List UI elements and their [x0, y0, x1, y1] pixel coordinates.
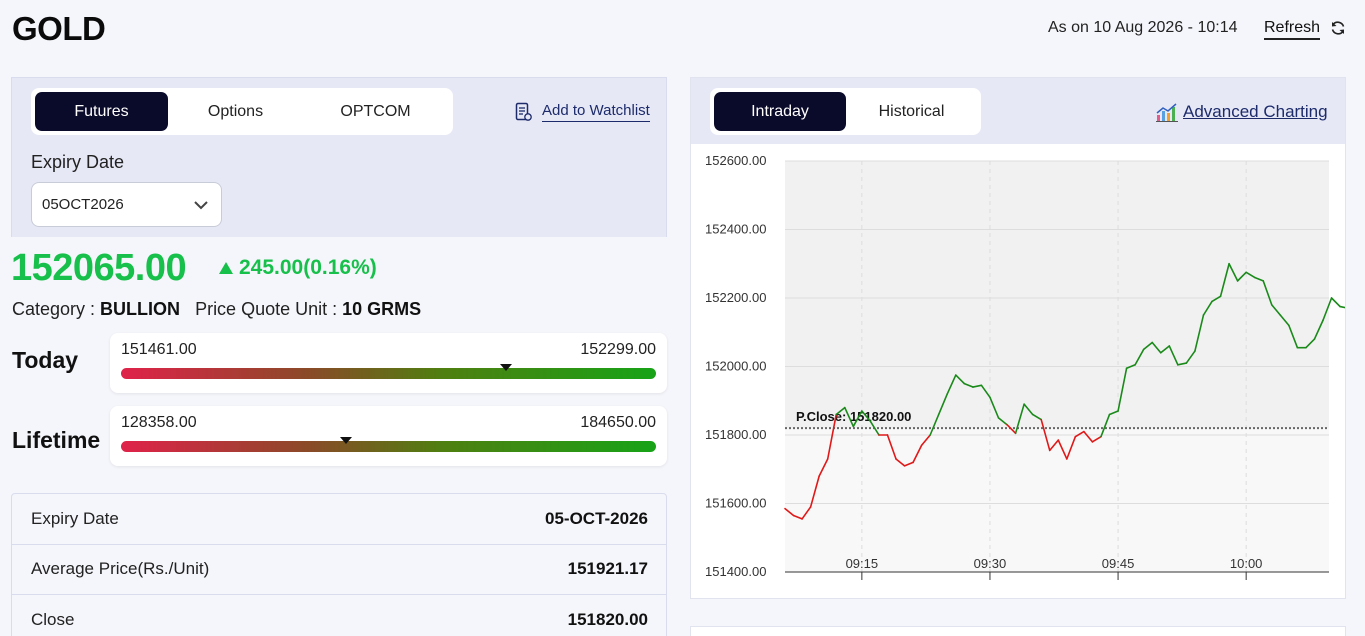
contract-info-table: Expiry Date 05-OCT-2026 Average Price(Rs… — [11, 493, 667, 636]
info-row: Close 151820.00 — [12, 595, 666, 636]
advanced-charting-link[interactable]: Advanced Charting — [1155, 101, 1328, 123]
today-high: 152299.00 — [580, 341, 656, 358]
lifetime-low: 128358.00 — [121, 414, 197, 431]
info-row: Average Price(Rs./Unit) 151921.17 — [12, 545, 666, 595]
category-label: Category : — [12, 299, 101, 319]
as-on-timestamp: As on 10 Aug 2026 - 10:14 — [1048, 19, 1238, 36]
chart-icon — [1156, 103, 1178, 122]
x-tick-label: 10:00 — [1230, 556, 1263, 571]
info-key: Expiry Date — [31, 508, 119, 528]
today-range-marker — [500, 364, 513, 371]
today-range-bar — [121, 368, 656, 379]
lifetime-range: 128358.00 184650.00 — [110, 406, 667, 466]
info-row: Expiry Date 05-OCT-2026 — [12, 494, 666, 545]
price-line-segment — [1339, 305, 1345, 309]
chart-tabs: Intraday Historical — [710, 88, 981, 135]
lifetime-range-marker — [339, 437, 352, 444]
lifetime-high: 184650.00 — [580, 414, 656, 431]
price-change-value: 245.00(0.16%) — [239, 256, 377, 279]
page-title: GOLD — [12, 10, 106, 47]
price-quote-unit-label: Price Quote Unit : — [195, 299, 343, 319]
tab-optcom[interactable]: OPTCOM — [303, 92, 448, 131]
add-to-watchlist-button[interactable]: Add to Watchlist — [515, 102, 650, 122]
tab-options[interactable]: Options — [168, 92, 303, 131]
lifetime-range-bar — [121, 441, 656, 452]
plot-area-lower — [785, 428, 1329, 572]
chevron-down-icon — [194, 200, 208, 209]
plot-area-upper — [785, 161, 1329, 429]
refresh-icon[interactable] — [1330, 20, 1346, 36]
expiry-date-label: Expiry Date — [31, 152, 125, 172]
today-label: Today — [12, 347, 79, 373]
tab-historical[interactable]: Historical — [846, 92, 977, 131]
y-tick-label: 151800.00 — [705, 427, 766, 442]
chart-panel-header: Intraday Historical Advanced Charting — [691, 78, 1345, 144]
watchlist-label: Add to Watchlist — [542, 102, 650, 122]
info-value: 151921.17 — [567, 559, 648, 579]
intraday-chart[interactable]: 152600.00 152400.00 152200.00 152000.00 1518… — [691, 144, 1345, 598]
up-arrow-icon — [219, 262, 233, 274]
y-tick-label: 152600.00 — [705, 153, 766, 168]
x-tick-label: 09:45 — [1102, 556, 1135, 571]
lifetime-label: Lifetime — [12, 427, 101, 453]
price-change: 245.00(0.16%) — [218, 256, 377, 280]
expiry-date-value: 05OCT2026 — [42, 196, 124, 213]
contract-tabs: Futures Options OPTCOM — [31, 88, 453, 135]
x-tick-label: 09:15 — [846, 556, 879, 571]
y-tick-label: 151400.00 — [705, 564, 766, 579]
category-value: BULLION — [100, 299, 181, 319]
price-quote-unit-value: 10 GRMS — [342, 299, 422, 319]
bottom-card — [690, 626, 1346, 636]
info-key: Close — [31, 609, 75, 629]
today-low: 151461.00 — [121, 341, 197, 358]
y-tick-label: 152000.00 — [705, 359, 766, 374]
watchlist-icon — [515, 102, 532, 121]
tab-intraday[interactable]: Intraday — [714, 92, 846, 131]
y-tick-label: 152400.00 — [705, 222, 766, 237]
last-price: 152065.00 — [11, 247, 187, 289]
x-tick-label: 09:30 — [974, 556, 1007, 571]
expiry-date-select[interactable]: 05OCT2026 — [31, 182, 222, 227]
info-value: 151820.00 — [567, 609, 648, 629]
chart-panel: Intraday Historical Advanced Charting 15… — [690, 77, 1346, 599]
today-range: 151461.00 152299.00 — [110, 333, 667, 393]
y-tick-label: 151600.00 — [705, 496, 766, 511]
info-value: 05-OCT-2026 — [545, 508, 648, 528]
refresh-link[interactable]: Refresh — [1264, 19, 1321, 40]
y-tick-label: 152200.00 — [705, 290, 766, 305]
prev-close-label: P.Close: 151820.00 — [796, 409, 911, 424]
contract-panel: Futures Options OPTCOM Add to Watchlist … — [11, 77, 667, 237]
advanced-charting-label: Advanced Charting — [1183, 102, 1328, 121]
contract-meta: Category : BULLION Price Quote Unit : 10… — [12, 299, 421, 320]
tab-futures[interactable]: Futures — [35, 92, 168, 131]
price-line-segment — [1330, 297, 1341, 308]
info-key: Average Price(Rs./Unit) — [31, 559, 210, 579]
